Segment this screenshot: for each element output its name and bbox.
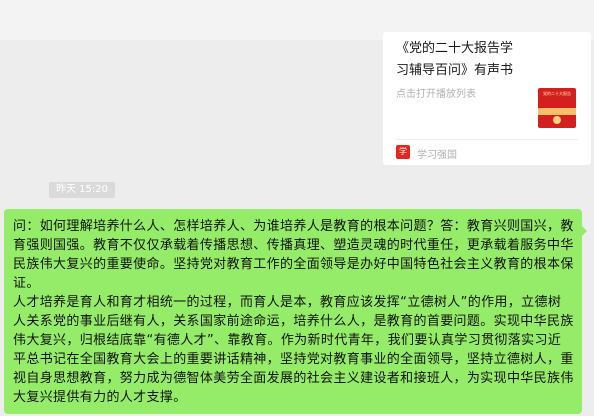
- message-paragraph-1: 问：如何理解培养什么人、怎样培养人、为谁培养人是教育的根本问题？答：教育兴则国兴…: [13, 219, 574, 291]
- cover-emblem-icon: [553, 116, 561, 124]
- card-subtitle: 点击打开播放列表: [396, 89, 476, 100]
- card-title: 《党的二十大报告学习辅导百问》有声书: [396, 41, 514, 78]
- audiobook-share-card[interactable]: 《党的二十大报告学习辅导百问》有声书 点击打开播放列表 党的二十大报告 学 学习…: [383, 32, 591, 165]
- message-paragraph-2: 人才培养是育人和育才相统一的过程，而育人是本，教育应该发挥“立德树人”的作用，立…: [13, 295, 574, 405]
- cover-band: [538, 108, 576, 115]
- card-divider: [396, 139, 578, 140]
- book-cover-thumbnail: 党的二十大报告: [538, 88, 576, 128]
- card-source-name: 学习强国: [417, 150, 457, 161]
- xuexi-qiangguo-logo-icon: 学: [396, 145, 410, 159]
- chat-message-bubble[interactable]: 问：如何理解培养什么人、怎样培养人、为谁培养人是教育的根本问题？答：教育兴则国兴…: [4, 209, 587, 414]
- cover-text: 党的二十大报告: [543, 91, 571, 96]
- message-timestamp: 昨天 15:20: [49, 182, 115, 198]
